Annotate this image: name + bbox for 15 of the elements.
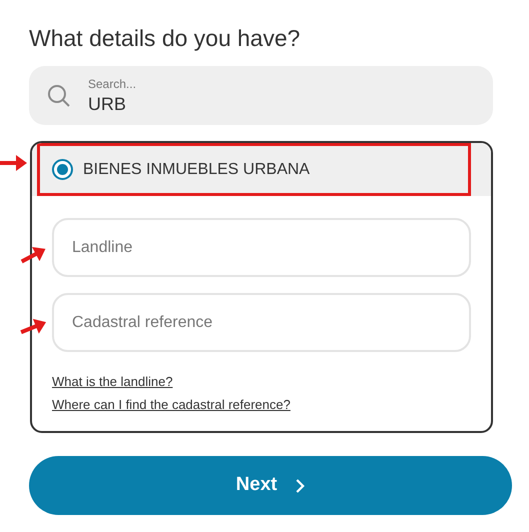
search-icon (47, 84, 71, 108)
radio-button[interactable] (52, 159, 73, 180)
option-label: BIENES INMUEBLES URBANA (83, 160, 310, 180)
heading: What details do you have? (29, 24, 302, 53)
search-value: URB (88, 92, 128, 116)
help-link[interactable]: What is the landline? (52, 372, 173, 391)
next-button[interactable]: Next (29, 456, 512, 515)
input-field[interactable]: Landline (52, 218, 471, 277)
option-row[interactable]: BIENES INMUEBLES URBANA (32, 143, 491, 196)
arrow-icon (0, 152, 28, 174)
chevron-right-icon (295, 478, 306, 494)
input-field[interactable]: Cadastral reference (52, 293, 471, 352)
help-link[interactable]: Where can I find the cadastral reference? (52, 395, 290, 414)
search-label: Search... (88, 76, 136, 92)
search-field[interactable]: Search... URB (29, 66, 493, 125)
